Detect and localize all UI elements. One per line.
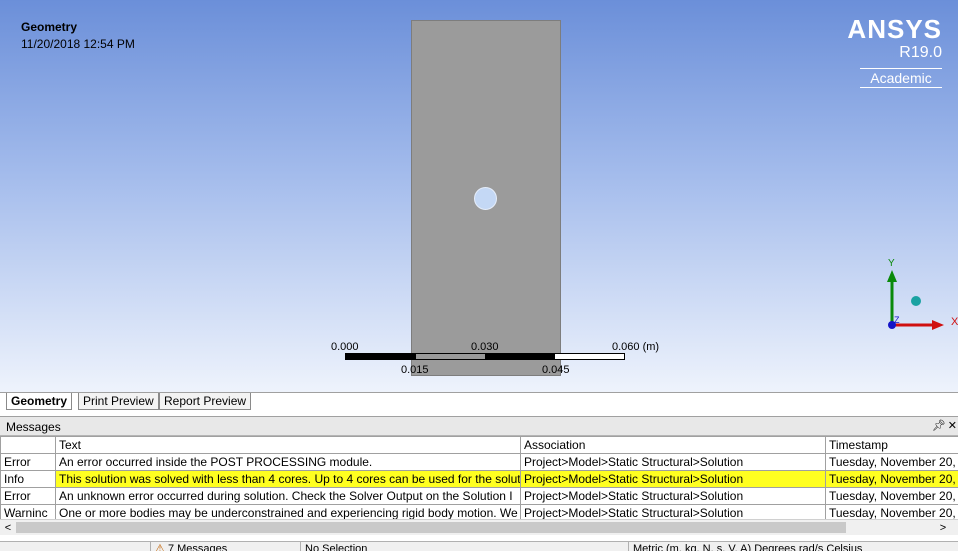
table-row[interactable]: Error An unknown error occurred during s… bbox=[0, 487, 958, 505]
axis-x-label: X bbox=[951, 316, 958, 328]
message-timestamp: Tuesday, November 20, bbox=[825, 453, 958, 471]
message-association: Project>Model>Static Structural>Solution bbox=[520, 470, 826, 488]
warning-icon: ⚠︎ bbox=[155, 543, 165, 551]
messages-pane: Messages 📌︎ ✕ Text Association Timestamp… bbox=[0, 416, 958, 541]
column-header-type[interactable] bbox=[0, 436, 56, 454]
status-messages[interactable]: ⚠︎ 7 Messages bbox=[150, 542, 300, 551]
graphics-viewport[interactable]: Geometry 11/20/2018 12:54 PM ANSYS R19.0… bbox=[0, 0, 958, 392]
scale-label-2: 0.060 (m) bbox=[612, 341, 660, 353]
messages-table: Text Association Timestamp Error An erro… bbox=[0, 436, 958, 522]
tab-geometry[interactable]: Geometry bbox=[6, 393, 73, 410]
view-tabs: Geometry Print Preview Report Preview bbox=[0, 392, 958, 410]
message-text: This solution was solved with less than … bbox=[55, 470, 521, 488]
viewport-date: 11/20/2018 12:54 PM bbox=[21, 37, 135, 51]
horizontal-scrollbar[interactable]: < > bbox=[0, 519, 958, 535]
message-type: Info bbox=[0, 470, 56, 488]
tab-report-preview[interactable]: Report Preview bbox=[159, 393, 252, 410]
messages-header: Messages 📌︎ ✕ bbox=[0, 417, 958, 436]
axis-y-label: Y bbox=[888, 258, 895, 269]
scrollbar-thumb[interactable] bbox=[16, 522, 846, 533]
message-type: Error bbox=[0, 487, 56, 505]
message-text: An unknown error occurred during solutio… bbox=[55, 487, 521, 505]
coordinate-triad[interactable]: Y X Z bbox=[870, 258, 958, 338]
ansys-edition: Academic bbox=[860, 68, 942, 88]
status-selection: No Selection bbox=[300, 542, 628, 551]
message-association: Project>Model>Static Structural>Solution bbox=[520, 453, 826, 471]
axis-z-label: Z bbox=[894, 315, 900, 325]
messages-title: Messages bbox=[6, 420, 61, 434]
status-units[interactable]: Metric (m, kg, N, s, V, A) Degrees rad/s… bbox=[628, 542, 958, 551]
tab-print-preview[interactable]: Print Preview bbox=[78, 393, 159, 410]
scale-label-4: 0.045 bbox=[542, 364, 570, 376]
scale-label-3: 0.015 bbox=[401, 364, 429, 376]
plate-hole[interactable] bbox=[474, 187, 497, 210]
viewport-title: Geometry bbox=[21, 20, 78, 34]
message-text: An error occurred inside the POST PROCES… bbox=[55, 453, 521, 471]
message-timestamp: Tuesday, November 20, bbox=[825, 470, 958, 488]
message-timestamp: Tuesday, November 20, bbox=[825, 487, 958, 505]
column-header-association[interactable]: Association bbox=[520, 436, 826, 454]
scale-label-1: 0.030 bbox=[471, 341, 499, 353]
message-type: Error bbox=[0, 453, 56, 471]
status-bar: ⚠︎ 7 Messages No Selection Metric (m, kg… bbox=[0, 541, 958, 551]
table-row[interactable]: Info This solution was solved with less … bbox=[0, 470, 958, 488]
close-icon[interactable]: ✕ bbox=[948, 419, 957, 432]
pin-icon[interactable]: 📌︎ bbox=[932, 419, 946, 432]
scroll-right-icon[interactable]: > bbox=[936, 520, 950, 536]
message-association: Project>Model>Static Structural>Solution bbox=[520, 487, 826, 505]
ansys-logo: ANSYS bbox=[847, 14, 942, 44]
scale-bar bbox=[345, 353, 625, 360]
status-messages-label: 7 Messages bbox=[167, 543, 228, 551]
table-row[interactable]: Error An error occurred inside the POST … bbox=[0, 453, 958, 471]
column-header-timestamp[interactable]: Timestamp bbox=[825, 436, 958, 454]
table-header-row: Text Association Timestamp bbox=[0, 436, 958, 454]
column-header-text[interactable]: Text bbox=[55, 436, 521, 454]
scroll-left-icon[interactable]: < bbox=[1, 520, 15, 536]
scale-label-0: 0.000 bbox=[331, 341, 359, 353]
ansys-version: R19.0 bbox=[899, 44, 942, 61]
